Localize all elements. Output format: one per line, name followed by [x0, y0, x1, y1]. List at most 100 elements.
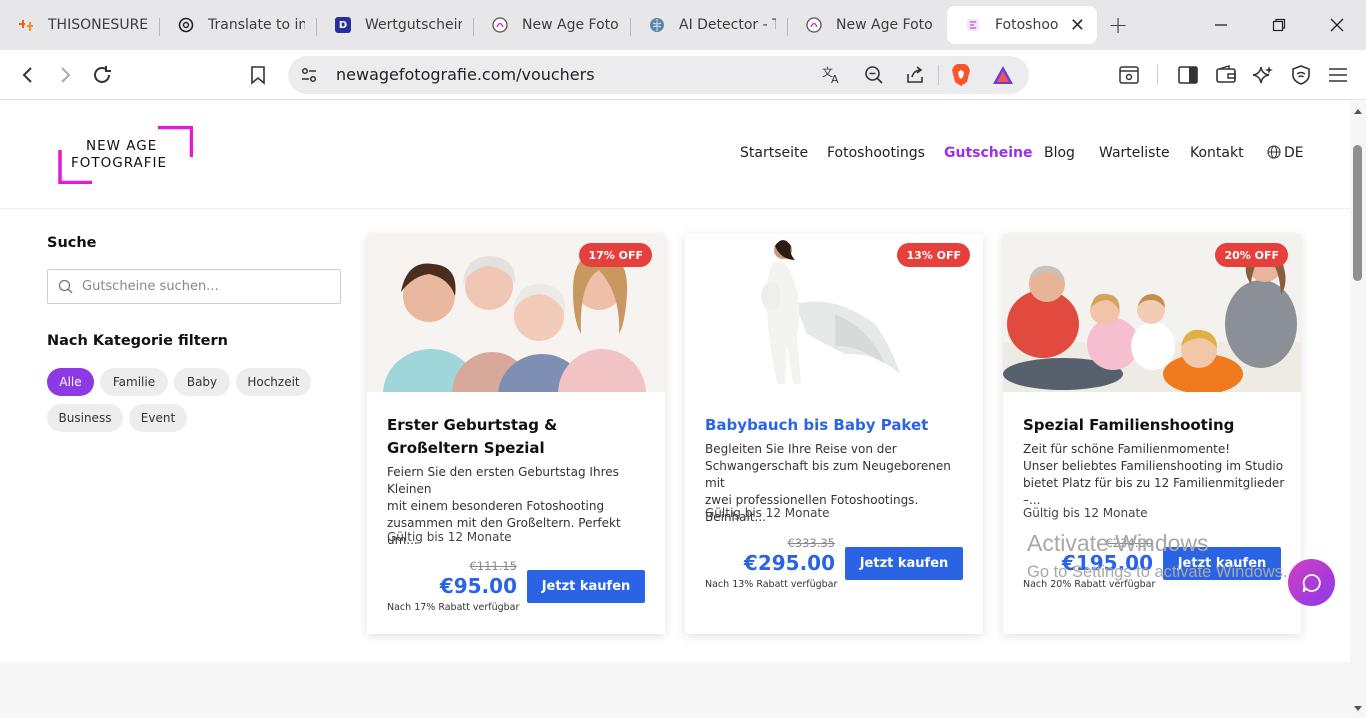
brain-icon	[649, 17, 665, 33]
original-price: €333.35	[787, 536, 835, 550]
tab-title: AI Detector - T	[679, 17, 776, 33]
voucher-validity: Gültig bis 12 Monate	[1023, 506, 1148, 520]
reload-button[interactable]	[87, 60, 117, 90]
chat-button[interactable]	[1288, 559, 1335, 606]
original-price: €111.15	[469, 559, 517, 573]
voucher-title[interactable]: Erster Geburtstag & Großeltern Spezial	[387, 414, 647, 460]
voucher-search-input[interactable]: Gutscheine suchen...	[47, 269, 341, 304]
nav-warteliste[interactable]: Warteliste	[1099, 145, 1170, 161]
nav-fotoshootings[interactable]: Fotoshootings	[827, 145, 925, 161]
discount-badge: 17% OFF	[579, 243, 652, 267]
back-button[interactable]	[13, 60, 43, 90]
leo-ai-button[interactable]	[1248, 60, 1278, 90]
voucher-price: €295.00	[743, 551, 835, 575]
reader-icon	[1119, 66, 1139, 84]
category-chip-business[interactable]: Business	[47, 404, 123, 432]
voucher-validity: Gültig bis 12 Monate	[705, 506, 830, 520]
brave-rewards-icon[interactable]	[992, 65, 1014, 85]
language-switcher[interactable]: DE	[1267, 145, 1304, 161]
category-chip-event[interactable]: Event	[129, 404, 187, 432]
orange-brand-icon	[18, 17, 34, 33]
wallet-icon	[1216, 65, 1236, 83]
site-icon	[806, 17, 822, 33]
toolbar-separator	[1157, 65, 1158, 85]
close-tab-icon[interactable]: ✕	[1070, 15, 1085, 36]
buy-now-button[interactable]: Jetzt kaufen	[527, 570, 645, 603]
url-separator	[938, 65, 939, 85]
browser-tab[interactable]: D Wertgutschein	[317, 6, 474, 44]
browser-tab[interactable]: THISONESURE	[0, 6, 160, 44]
page-footer-band	[0, 662, 1350, 718]
discount-badge: 13% OFF	[897, 243, 970, 267]
openai-icon	[178, 17, 194, 33]
zoom-out-icon[interactable]	[864, 65, 884, 85]
globe-icon	[1267, 145, 1281, 159]
discount-note: Nach 17% Rabatt verfügbar	[387, 602, 520, 613]
translate-icon[interactable]: 文A	[821, 65, 843, 85]
tab-title: Wertgutschein	[365, 17, 462, 33]
nav-blog[interactable]: Blog	[1044, 145, 1075, 161]
category-chip-alle[interactable]: Alle	[47, 368, 94, 396]
nav-kontakt[interactable]: Kontakt	[1190, 145, 1244, 161]
scroll-up-icon[interactable]	[1353, 107, 1363, 115]
arrow-left-icon	[22, 67, 32, 83]
site-settings-icon[interactable]	[300, 66, 318, 84]
url-text[interactable]: newagefotografie.com/vouchers	[336, 65, 595, 84]
reader-mode-button[interactable]	[1114, 60, 1144, 90]
forward-button[interactable]	[50, 60, 80, 90]
vpn-button[interactable]	[1286, 60, 1316, 90]
sidebar-toggle-button[interactable]	[1173, 60, 1203, 90]
nav-startseite[interactable]: Startseite	[740, 145, 808, 161]
web-page: NEW AGE FOTOGRAFIE Startseite Fotoshooti…	[0, 101, 1350, 718]
site-header: NEW AGE FOTOGRAFIE Startseite Fotoshooti…	[0, 101, 1350, 209]
nav-gutscheine[interactable]: Gutscheine	[944, 145, 1033, 161]
voucher-validity: Gültig bis 12 Monate	[387, 530, 512, 544]
close-window-button[interactable]	[1308, 0, 1366, 50]
language-label: DE	[1284, 145, 1304, 161]
hamburger-menu-icon	[1329, 68, 1347, 82]
browser-tab[interactable]: New Age Foto	[788, 6, 945, 44]
browser-tab[interactable]: Translate to int	[160, 6, 317, 44]
buy-now-button[interactable]: Jetzt kaufen	[845, 547, 963, 580]
site-logo[interactable]: NEW AGE FOTOGRAFIE	[58, 126, 193, 184]
discount-note: Nach 13% Rabatt verfügbar	[705, 579, 838, 590]
browser-tab-strip: THISONESURE Translate to int D Wertgutsc…	[0, 0, 1366, 50]
voucher-image-family[interactable]: 20% OFF	[1003, 234, 1301, 392]
category-chip-baby[interactable]: Baby	[174, 368, 230, 396]
scroll-down-icon[interactable]	[1353, 705, 1363, 713]
wallet-button[interactable]	[1211, 60, 1241, 90]
category-chip-hochzeit[interactable]: Hochzeit	[236, 368, 311, 396]
page-scrollbar[interactable]	[1350, 101, 1366, 718]
voucher-title[interactable]: Spezial Familienshooting	[1023, 414, 1283, 437]
activate-windows-subtitle: Go to Settings to activate Windows.	[1027, 563, 1288, 581]
logo-text-line2: FOTOGRAFIE	[71, 155, 168, 171]
minimize-button[interactable]	[1192, 0, 1250, 50]
menu-button[interactable]	[1323, 60, 1353, 90]
tab-title: THISONESURE	[48, 17, 148, 33]
tab-title: Fotoshoo	[995, 17, 1059, 33]
voucher-image-pregnancy[interactable]: 13% OFF	[685, 234, 983, 392]
voucher-title[interactable]: Babybauch bis Baby Paket	[705, 414, 965, 437]
bookmark-icon	[251, 66, 265, 85]
browser-tab[interactable]: New Age Foto	[474, 6, 631, 44]
share-icon[interactable]	[905, 65, 925, 85]
new-tab-button[interactable]: +	[1097, 6, 1139, 44]
address-bar[interactable]: newagefotografie.com/vouchers 文A	[288, 56, 1029, 94]
bookmark-button[interactable]	[243, 60, 273, 90]
browser-tab-active[interactable]: Fotoshoo ✕	[947, 6, 1097, 44]
filter-heading: Nach Kategorie filtern	[47, 333, 228, 349]
scrollbar-thumb[interactable]	[1353, 145, 1362, 281]
search-placeholder: Gutscheine suchen...	[82, 279, 219, 294]
maximize-button[interactable]	[1250, 0, 1308, 50]
search-heading: Suche	[47, 235, 97, 251]
chat-bubble-icon	[1302, 573, 1321, 592]
brave-shield-icon[interactable]	[950, 63, 972, 87]
tab-title: New Age Foto	[836, 17, 933, 33]
tab-title: Translate to int	[208, 17, 305, 33]
sparkle-icon	[1252, 66, 1273, 84]
category-chip-familie[interactable]: Familie	[100, 368, 168, 396]
voucher-image-grandparents[interactable]: 17% OFF	[367, 234, 665, 392]
site-icon	[965, 17, 981, 33]
d-letter-icon: D	[335, 17, 351, 33]
browser-tab[interactable]: AI Detector - T	[631, 6, 788, 44]
